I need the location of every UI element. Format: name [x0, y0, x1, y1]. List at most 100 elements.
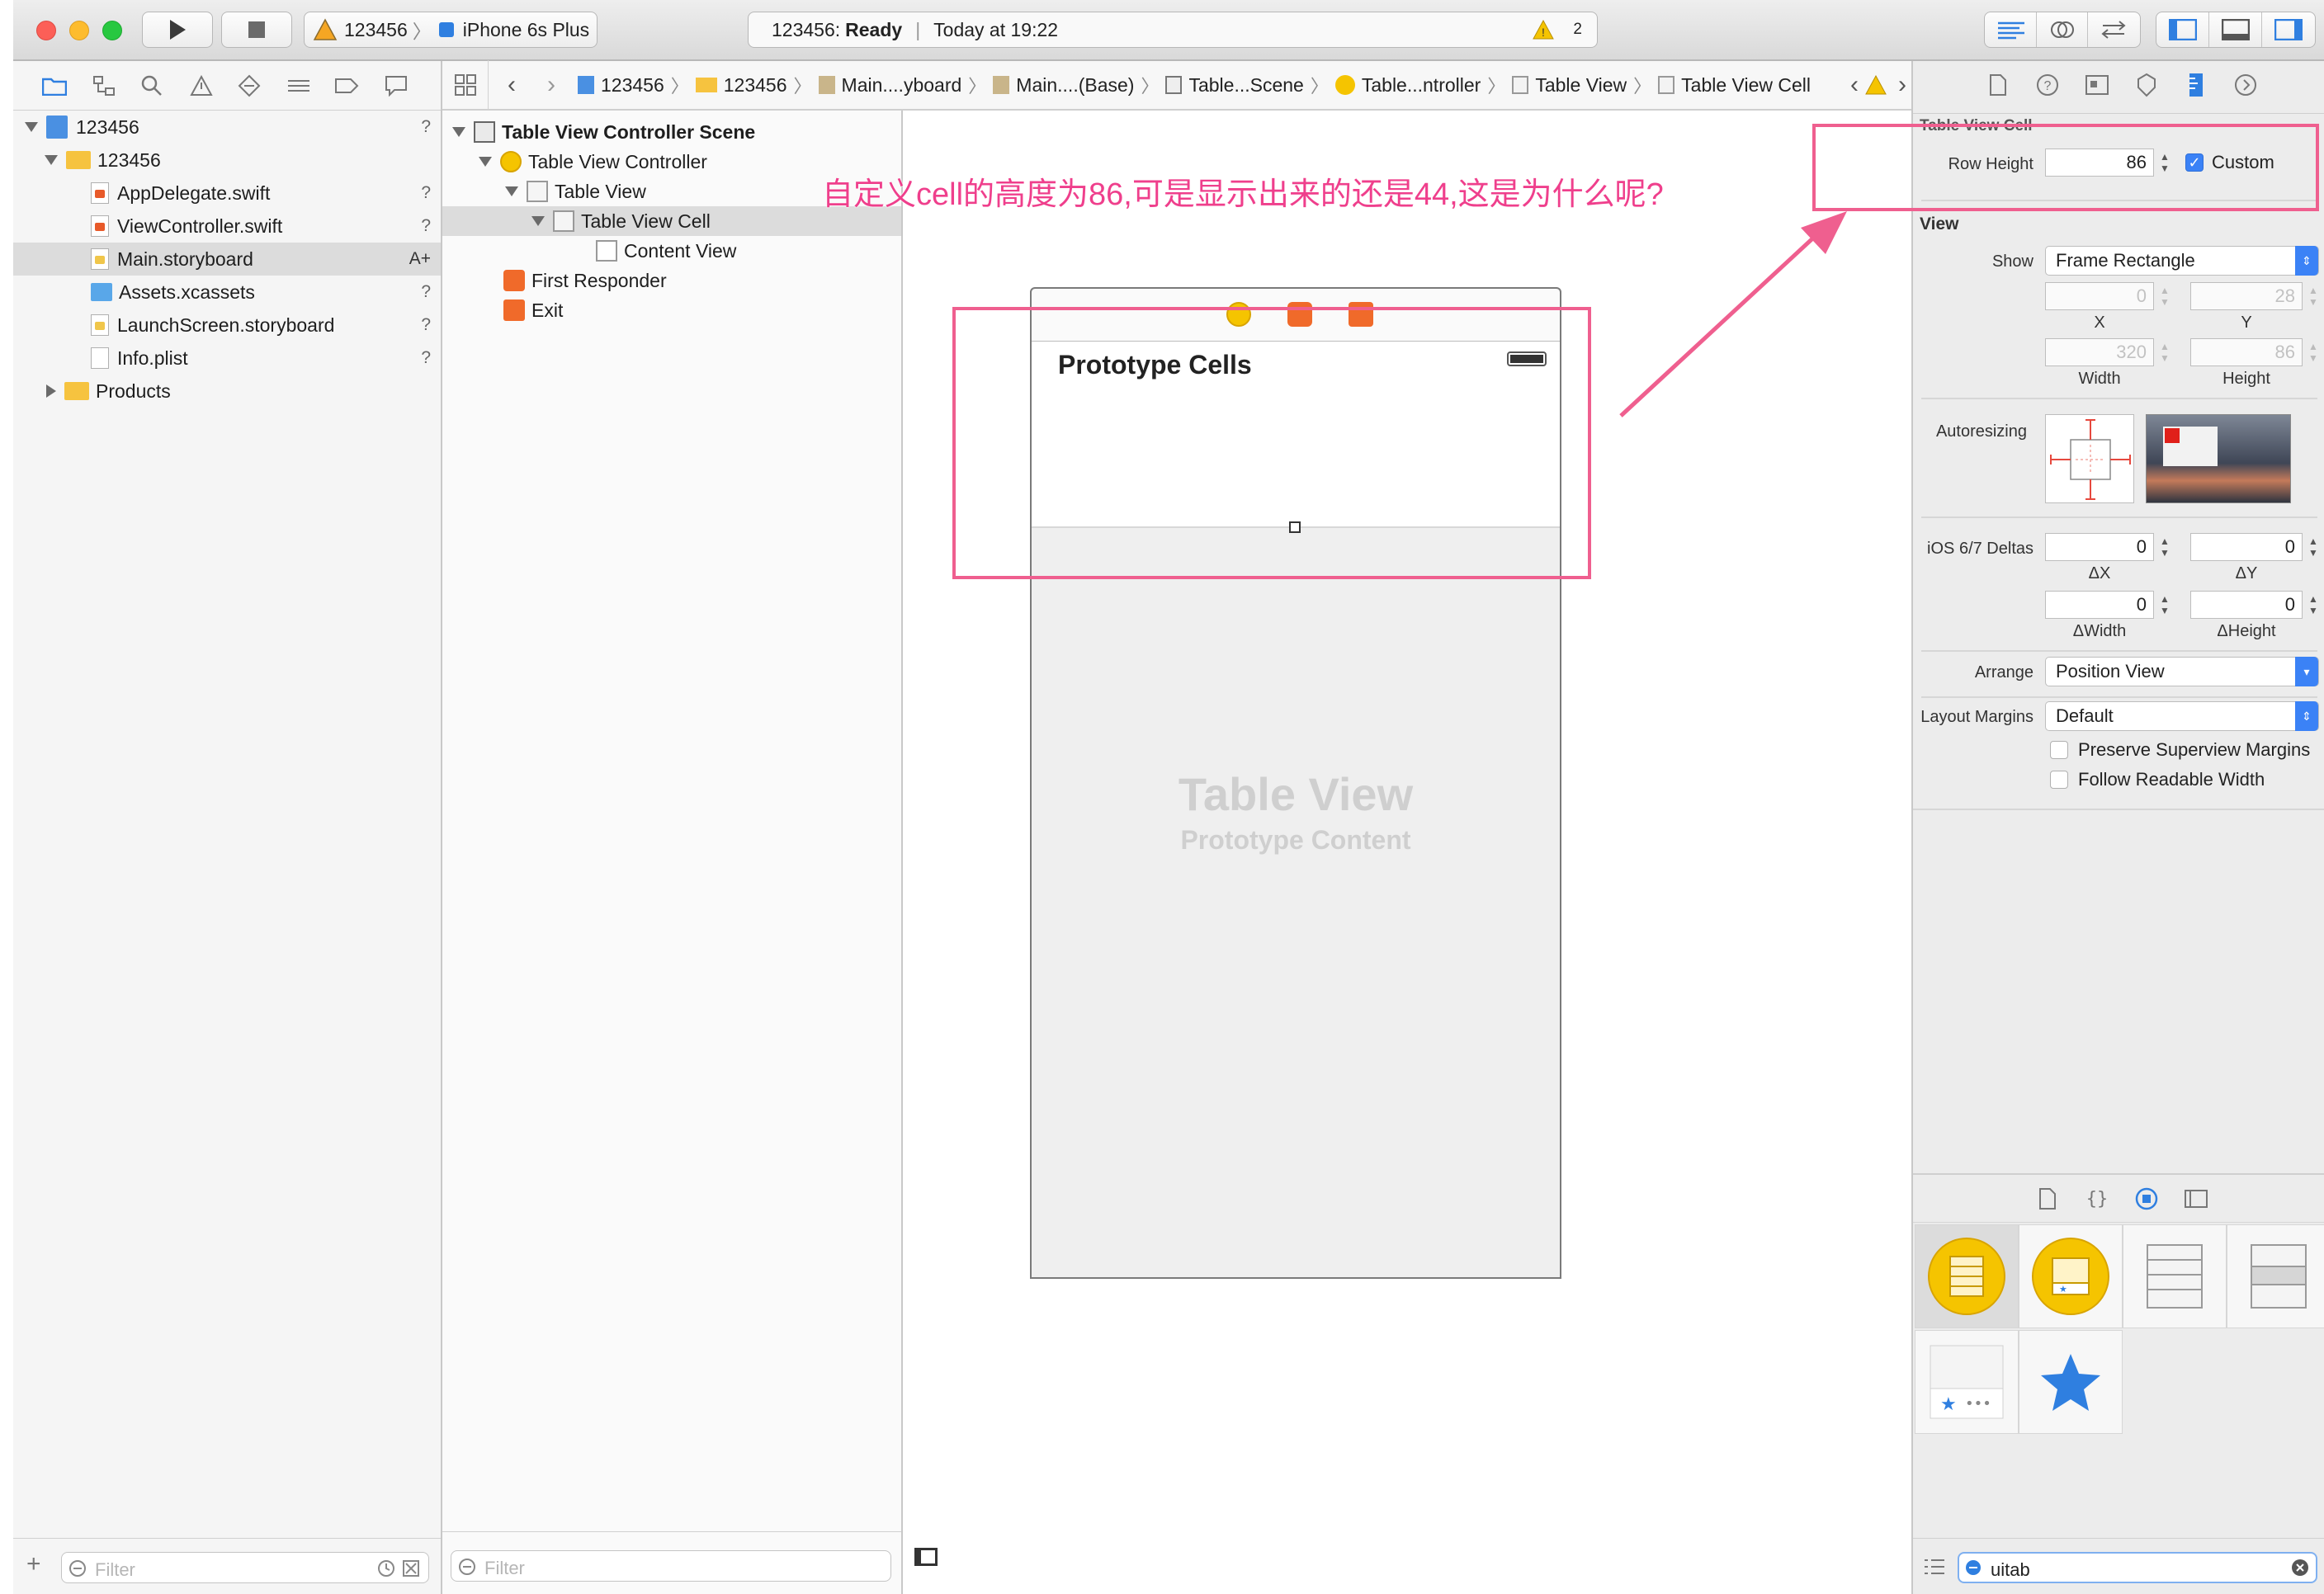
tree-item-infoplist[interactable]: Info.plist ?: [13, 342, 441, 375]
symbol-navigator-tab[interactable]: [87, 69, 120, 102]
library-table-view-cell[interactable]: [2227, 1224, 2324, 1328]
list-view-icon[interactable]: [1923, 1557, 1946, 1577]
debug-navigator-tab[interactable]: [282, 69, 315, 102]
disclosure-open-icon[interactable]: [452, 127, 465, 137]
breadcrumb-storyboard[interactable]: Main....yboard: [818, 74, 961, 97]
delta-width-field[interactable]: 0: [2045, 591, 2154, 619]
height-field[interactable]: 86: [2190, 338, 2303, 366]
next-issue-button[interactable]: ›: [1898, 71, 1906, 99]
outline-contentview[interactable]: Content View: [442, 236, 901, 266]
issue-navigator-tab[interactable]: [185, 69, 218, 102]
object-library-tab[interactable]: [2133, 1185, 2161, 1213]
warning-icon[interactable]: !: [1533, 20, 1554, 40]
library-tab-bar-controller[interactable]: ★: [2019, 1224, 2123, 1328]
show-popup[interactable]: Frame Rectangle ⇕: [2045, 246, 2319, 276]
tree-item-viewcontroller[interactable]: ViewController.swift ?: [13, 210, 441, 243]
preserve-margins-checkbox[interactable]: [2050, 741, 2068, 759]
outline-filter-field[interactable]: Filter: [451, 1550, 891, 1582]
tree-item-project[interactable]: 123456 ?: [13, 111, 441, 144]
x-stepper[interactable]: ▲ ▼: [2157, 282, 2172, 310]
assistant-editor-button[interactable]: [2037, 12, 2088, 47]
library-tab-bar-item[interactable]: [2019, 1330, 2123, 1434]
clear-search-icon[interactable]: [2291, 1559, 2309, 1577]
disclosure-closed-icon[interactable]: [46, 384, 56, 398]
delta-y-stepper[interactable]: ▲ ▼: [2306, 533, 2321, 561]
scm-filter-icon[interactable]: [402, 1559, 420, 1577]
disclosure-open-icon[interactable]: [45, 155, 58, 165]
navigator-filter-field[interactable]: Filter: [61, 1552, 429, 1583]
report-navigator-tab[interactable]: [380, 69, 413, 102]
code-snippet-library-tab[interactable]: {}: [2083, 1185, 2111, 1213]
y-stepper[interactable]: ▲ ▼: [2306, 282, 2321, 310]
add-file-icon[interactable]: +: [26, 1550, 41, 1578]
outline-first-responder[interactable]: First Responder: [442, 266, 901, 295]
x-field[interactable]: 0: [2045, 282, 2154, 310]
readable-width-checkbox[interactable]: [2050, 771, 2068, 789]
tree-item-main-storyboard[interactable]: Main.storyboard A+: [13, 243, 441, 276]
scheme-selector[interactable]: 123456 〉 iPhone 6s Plus: [304, 12, 598, 48]
run-button[interactable]: [142, 12, 213, 48]
forward-button[interactable]: ›: [535, 71, 568, 99]
tree-item-assets[interactable]: Assets.xcassets ?: [13, 276, 441, 309]
related-items-button[interactable]: [442, 60, 489, 110]
version-editor-button[interactable]: [2088, 12, 2139, 47]
stop-button[interactable]: [221, 12, 292, 48]
tree-item-appdelegate[interactable]: AppDelegate.swift ?: [13, 177, 441, 210]
quick-help-tab[interactable]: ?: [2034, 71, 2062, 99]
y-field[interactable]: 28: [2190, 282, 2303, 310]
standard-editor-button[interactable]: [1986, 12, 2037, 47]
library-tab-bar[interactable]: ★ •••: [1915, 1330, 2019, 1434]
toggle-debug-area-button[interactable]: [2209, 12, 2262, 47]
warning-icon[interactable]: [1865, 75, 1887, 95]
minimize-window-button[interactable]: [69, 21, 89, 40]
recent-files-icon[interactable]: [377, 1559, 395, 1577]
delta-y-field[interactable]: 0: [2190, 533, 2303, 561]
breadcrumb-tableviewcell[interactable]: Table View Cell: [1658, 74, 1811, 97]
test-navigator-tab[interactable]: [233, 69, 266, 102]
show-outline-icon[interactable]: [914, 1548, 938, 1566]
disclosure-open-icon[interactable]: [25, 122, 38, 132]
breadcrumb-base[interactable]: Main....(Base): [993, 74, 1134, 97]
previous-issue-button[interactable]: ‹: [1850, 71, 1859, 99]
width-stepper[interactable]: ▲ ▼: [2157, 338, 2172, 366]
autoresizing-mask-control[interactable]: [2045, 414, 2134, 503]
breakpoint-navigator-tab[interactable]: [330, 69, 363, 102]
delta-x-stepper[interactable]: ▲ ▼: [2157, 533, 2172, 561]
size-inspector-tab[interactable]: [2182, 71, 2210, 99]
library-table-view-controller[interactable]: [1915, 1224, 2019, 1328]
delta-x-field[interactable]: 0: [2045, 533, 2154, 561]
library-table-view[interactable]: [2123, 1224, 2227, 1328]
delta-height-field[interactable]: 0: [2190, 591, 2303, 619]
disclosure-open-icon[interactable]: [479, 157, 492, 167]
arrange-popup[interactable]: Position View ▾: [2045, 657, 2319, 686]
file-inspector-tab[interactable]: [1984, 71, 2012, 99]
width-field[interactable]: 320: [2045, 338, 2154, 366]
layout-margins-popup[interactable]: Default ⇕: [2045, 701, 2319, 731]
tree-item-launchscreen[interactable]: LaunchScreen.storyboard ?: [13, 309, 441, 342]
breadcrumb-tableview[interactable]: Table View: [1512, 74, 1627, 97]
connections-inspector-tab[interactable]: [2232, 71, 2260, 99]
tree-item-group[interactable]: 123456: [13, 144, 441, 177]
zoom-window-button[interactable]: [102, 21, 122, 40]
tree-item-products[interactable]: Products: [13, 375, 441, 408]
outline-scene[interactable]: Table View Controller Scene: [442, 117, 901, 147]
delta-height-stepper[interactable]: ▲ ▼: [2306, 591, 2321, 619]
project-navigator-tab[interactable]: [38, 69, 71, 102]
attributes-inspector-tab[interactable]: [2133, 71, 2161, 99]
breadcrumb-project[interactable]: 123456: [578, 74, 664, 97]
breadcrumb-controller[interactable]: Table...ntroller: [1334, 74, 1481, 97]
outline-exit[interactable]: Exit: [442, 295, 901, 325]
media-library-tab[interactable]: [2182, 1185, 2210, 1213]
library-search-field[interactable]: uitab: [1958, 1552, 2317, 1583]
find-navigator-tab[interactable]: [135, 69, 168, 102]
back-button[interactable]: ‹: [489, 71, 535, 99]
height-stepper[interactable]: ▲ ▼: [2306, 338, 2321, 366]
disclosure-open-icon[interactable]: [505, 186, 518, 196]
close-window-button[interactable]: [36, 21, 56, 40]
disclosure-open-icon[interactable]: [531, 216, 545, 226]
toggle-navigator-button[interactable]: [2156, 12, 2209, 47]
identity-inspector-tab[interactable]: [2083, 71, 2111, 99]
breadcrumb-group[interactable]: 123456: [695, 74, 787, 97]
file-template-library-tab[interactable]: [2034, 1185, 2062, 1213]
breadcrumb-scene[interactable]: Table...Scene: [1165, 74, 1304, 97]
